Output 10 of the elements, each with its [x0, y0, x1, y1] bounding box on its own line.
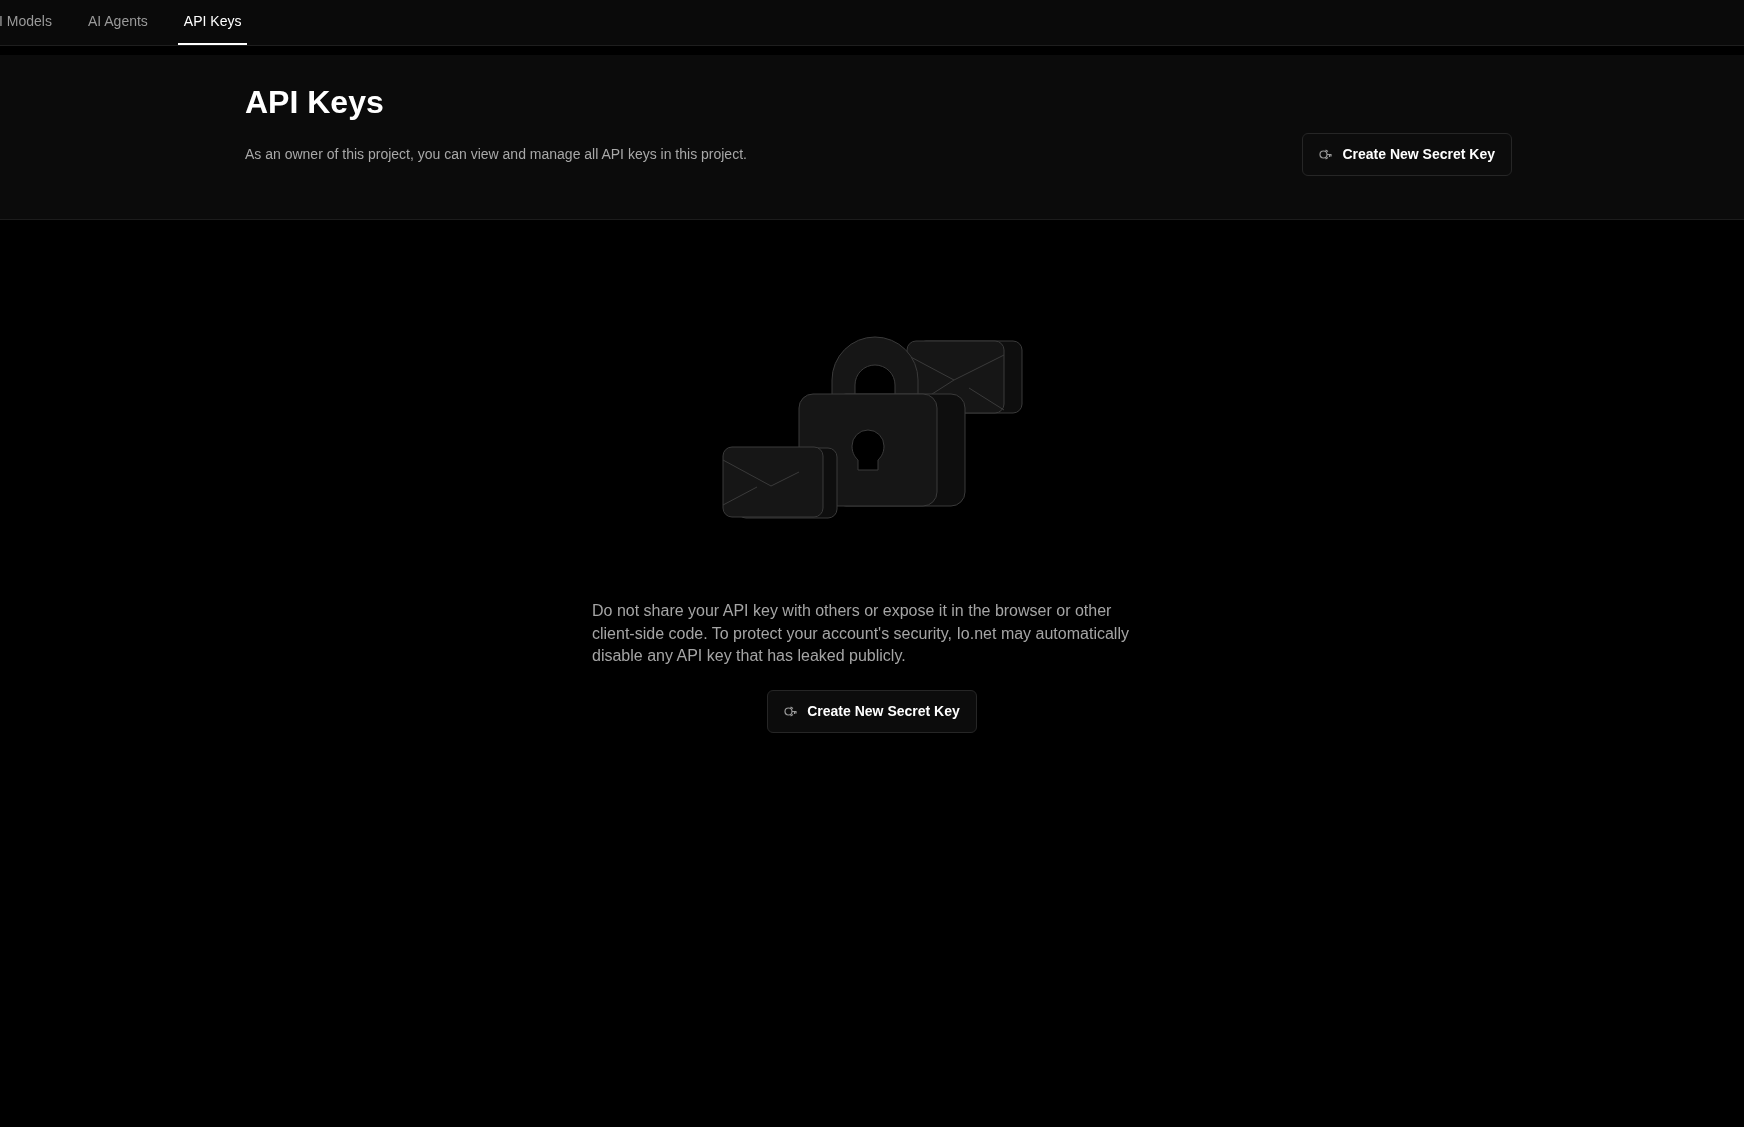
nav-tab[interactable]: AI Agents [81, 0, 154, 45]
nav-tab[interactable]: I Models [0, 0, 58, 45]
warning-message: Do not share your API key with others or expose it in the browser or other client-side code. To protect your account's security, Io.net may automatically disable any API key that has leaked publicly. [592, 601, 1130, 666]
nav-tab[interactable]: API Keys [177, 0, 248, 45]
page-description: As an owner of this project, you can view and manage all API keys in this project. [245, 145, 747, 165]
key-icon [784, 705, 798, 717]
create-key-button[interactable]: Create New Secret Key [1302, 133, 1512, 177]
key-icon [1319, 149, 1333, 161]
page-title: API Keys [245, 83, 385, 122]
create-key-button[interactable]: Create New Secret Key [767, 689, 977, 733]
